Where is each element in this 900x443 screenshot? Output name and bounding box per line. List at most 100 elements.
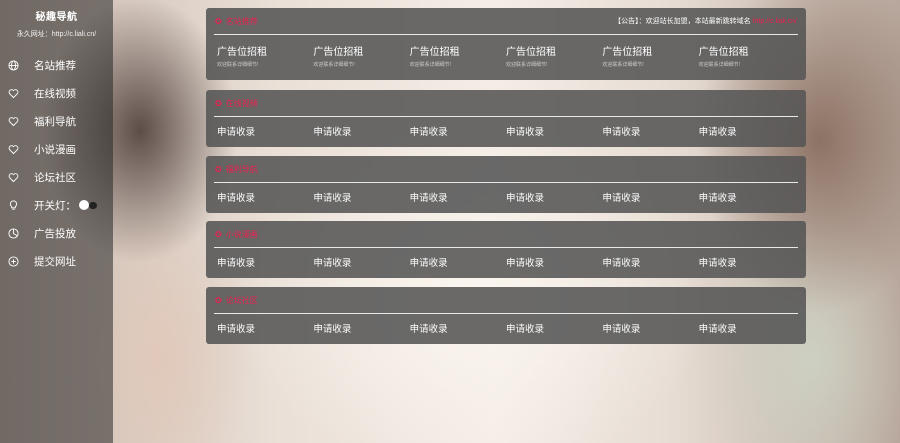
ad-subtitle: 欢迎联系详细细节! bbox=[505, 62, 548, 68]
sidebar-item-label: 论坛社区 bbox=[34, 171, 76, 184]
apply-link[interactable]: 申请收录 bbox=[313, 124, 409, 138]
ad-title: 广告位招租 bbox=[698, 47, 749, 58]
ad-slot[interactable]: 广告位招租 欢迎联系详细细节! bbox=[699, 35, 795, 68]
apply-link[interactable]: 申请收录 bbox=[506, 255, 602, 269]
panel-title-text: 在线视频 bbox=[225, 98, 258, 108]
panel-header: ✪ 小说漫画 bbox=[206, 221, 806, 247]
panel-header: ✪ 福利导航 bbox=[206, 156, 806, 182]
panel-title: ✪ 论坛社区 bbox=[215, 295, 258, 306]
notice: 【公告】：欢迎站长加盟，本站最新跳转域名 http://c.liali.cn/ bbox=[614, 16, 797, 26]
apply-link[interactable]: 申请收录 bbox=[699, 321, 795, 335]
sidebar-item-forum[interactable]: 论坛社区 bbox=[0, 163, 113, 191]
apply-link[interactable]: 申请收录 bbox=[217, 124, 313, 138]
ad-row: 广告位招租 欢迎联系详细细节! 广告位招租 欢迎联系详细细节! 广告位招租 欢迎… bbox=[206, 35, 806, 68]
ad-subtitle: 欢迎联系详细细节! bbox=[602, 62, 644, 68]
sidebar-item-label: 在线视频 bbox=[34, 87, 76, 100]
sidebar-nav: 名站推荐 在线视频 福利导航 小说漫画 论坛社区 开关灯： 广告投放 提交网址 bbox=[0, 51, 113, 275]
apply-link[interactable]: 申请收录 bbox=[602, 190, 698, 204]
featured-panel: ✪ 名站推荐 【公告】：欢迎站长加盟，本站最新跳转域名 http://c.lial… bbox=[206, 8, 806, 80]
sidebar-item-label: 福利导航 bbox=[34, 115, 76, 128]
link-row: 申请收录 申请收录 申请收录 申请收录 申请收录 申请收录 bbox=[206, 314, 806, 335]
permanent-url: 永久网址：http://c.liali.cn/ bbox=[16, 31, 97, 38]
ad-title: 广告位招租 bbox=[313, 47, 364, 58]
apply-link[interactable]: 申请收录 bbox=[699, 124, 795, 138]
star-icon: ✪ bbox=[215, 164, 222, 174]
light-toggle[interactable] bbox=[79, 200, 97, 210]
sidebar-item-advertise[interactable]: 广告投放 bbox=[0, 219, 113, 247]
apply-link[interactable]: 申请收录 bbox=[410, 321, 506, 335]
toggle-track bbox=[89, 202, 97, 209]
ad-slot[interactable]: 广告位招租 欢迎联系详细细节! bbox=[313, 35, 409, 68]
heart-icon bbox=[8, 144, 19, 155]
apply-link[interactable]: 申请收录 bbox=[699, 190, 795, 204]
apply-link[interactable]: 申请收录 bbox=[217, 190, 313, 204]
ad-title: 广告位招租 bbox=[505, 47, 556, 58]
apply-link[interactable]: 申请收录 bbox=[313, 190, 409, 204]
apply-link[interactable]: 申请收录 bbox=[602, 124, 698, 138]
sidebar: 秘趣导航 永久网址：http://c.liali.cn/ 名站推荐 在线视频 福… bbox=[0, 0, 113, 443]
sidebar-item-video[interactable]: 在线视频 bbox=[0, 79, 113, 107]
notice-domain-link[interactable]: http://c.liali.cn/ bbox=[753, 18, 797, 25]
sidebar-item-submit-url[interactable]: 提交网址 bbox=[0, 247, 113, 275]
notice-text: 【公告】：欢迎站长加盟，本站最新跳转域名 bbox=[614, 18, 751, 25]
novel-panel: ✪ 小说漫画 申请收录 申请收录 申请收录 申请收录 申请收录 申请收录 bbox=[206, 221, 806, 278]
apply-link[interactable]: 申请收录 bbox=[410, 124, 506, 138]
sidebar-item-label: 开关灯： bbox=[34, 199, 76, 212]
ad-subtitle: 欢迎联系详细细节! bbox=[313, 62, 355, 68]
ad-subtitle: 欢迎联系详细细节! bbox=[217, 62, 259, 68]
heart-icon bbox=[8, 116, 19, 127]
sidebar-item-featured[interactable]: 名站推荐 bbox=[0, 51, 113, 79]
sidebar-item-label: 提交网址 bbox=[34, 255, 76, 268]
sidebar-item-label: 名站推荐 bbox=[34, 59, 76, 72]
ad-title: 广告位招租 bbox=[409, 47, 460, 58]
ad-slot[interactable]: 广告位招租 欢迎联系详细细节! bbox=[410, 35, 506, 68]
pie-chart-icon bbox=[8, 227, 19, 239]
ad-slot[interactable]: 广告位招租 欢迎联系详细细节! bbox=[506, 35, 602, 68]
panel-title: ✪ 在线视频 bbox=[215, 98, 258, 109]
apply-link[interactable]: 申请收录 bbox=[506, 321, 602, 335]
apply-link[interactable]: 申请收录 bbox=[217, 321, 313, 335]
apply-link[interactable]: 申请收录 bbox=[217, 255, 313, 269]
apply-link[interactable]: 申请收录 bbox=[410, 255, 506, 269]
ad-slot[interactable]: 广告位招租 欢迎联系详细细节! bbox=[217, 35, 313, 68]
welfare-panel: ✪ 福利导航 申请收录 申请收录 申请收录 申请收录 申请收录 申请收录 bbox=[206, 156, 806, 213]
ad-subtitle: 欢迎联系详细细节! bbox=[698, 62, 741, 68]
panel-title: ✪ 名站推荐 bbox=[215, 16, 258, 27]
toggle-knob bbox=[79, 200, 89, 210]
link-row: 申请收录 申请收录 申请收录 申请收录 申请收录 申请收录 bbox=[206, 248, 806, 269]
panel-header: ✪ 论坛社区 bbox=[206, 287, 806, 313]
star-icon: ✪ bbox=[215, 98, 222, 108]
apply-link[interactable]: 申请收录 bbox=[410, 190, 506, 204]
apply-link[interactable]: 申请收录 bbox=[602, 321, 698, 335]
panel-header: ✪ 名站推荐 【公告】：欢迎站长加盟，本站最新跳转域名 http://c.lial… bbox=[206, 8, 806, 34]
sidebar-item-light-switch: 开关灯： bbox=[0, 191, 113, 219]
ad-slot[interactable]: 广告位招租 欢迎联系详细细节! bbox=[602, 35, 698, 68]
apply-link[interactable]: 申请收录 bbox=[506, 124, 602, 138]
globe-icon bbox=[8, 59, 19, 71]
plus-circle-icon bbox=[8, 255, 19, 267]
link-row: 申请收录 申请收录 申请收录 申请收录 申请收录 申请收录 bbox=[206, 117, 806, 138]
panel-title: ✪ 小说漫画 bbox=[215, 229, 258, 240]
apply-link[interactable]: 申请收录 bbox=[313, 255, 409, 269]
apply-link[interactable]: 申请收录 bbox=[313, 321, 409, 335]
lightbulb-icon bbox=[8, 199, 19, 211]
panel-title: ✪ 福利导航 bbox=[215, 164, 258, 175]
sidebar-item-novel[interactable]: 小说漫画 bbox=[0, 135, 113, 163]
panel-title-text: 福利导航 bbox=[225, 164, 258, 174]
apply-link[interactable]: 申请收录 bbox=[602, 255, 698, 269]
ad-title: 广告位招租 bbox=[217, 47, 267, 58]
apply-link[interactable]: 申请收录 bbox=[506, 190, 602, 204]
panel-title-text: 名站推荐 bbox=[225, 16, 258, 26]
site-title: 秘趣导航 bbox=[35, 12, 78, 23]
video-panel: ✪ 在线视频 申请收录 申请收录 申请收录 申请收录 申请收录 申请收录 bbox=[206, 90, 806, 147]
sidebar-item-label: 小说漫画 bbox=[34, 143, 76, 156]
sidebar-item-welfare[interactable]: 福利导航 bbox=[0, 107, 113, 135]
sidebar-item-label: 广告投放 bbox=[34, 227, 76, 240]
ad-subtitle: 欢迎联系详细细节! bbox=[409, 62, 452, 68]
apply-link[interactable]: 申请收录 bbox=[699, 255, 795, 269]
heart-icon bbox=[8, 88, 19, 99]
link-row: 申请收录 申请收录 申请收录 申请收录 申请收录 申请收录 bbox=[206, 183, 806, 204]
forum-panel: ✪ 论坛社区 申请收录 申请收录 申请收录 申请收录 申请收录 申请收录 bbox=[206, 287, 806, 344]
star-icon: ✪ bbox=[215, 295, 222, 305]
panel-header: ✪ 在线视频 bbox=[206, 90, 806, 116]
